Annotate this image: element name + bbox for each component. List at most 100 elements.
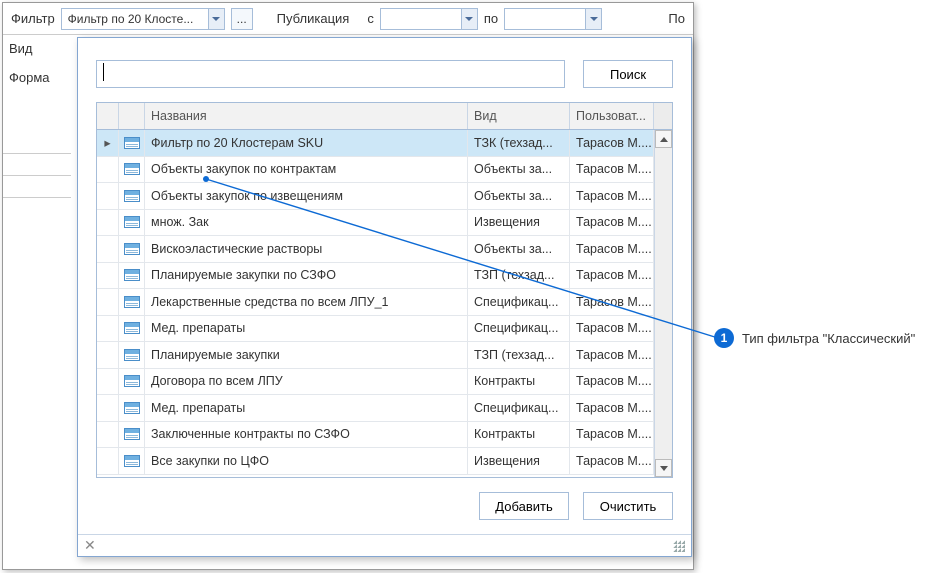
col-icon (119, 103, 145, 129)
publication-label: Публикация (277, 11, 350, 26)
row-vid: Спецификац... (468, 395, 570, 421)
callout-text: Тип фильтра "Классический" (742, 331, 915, 346)
table-row[interactable]: Мед. препаратыСпецификац...Тарасов М.... (97, 395, 672, 422)
table-row[interactable]: множ. ЗакИзвещенияТарасов М.... (97, 210, 672, 237)
chevron-down-icon[interactable] (461, 9, 477, 29)
row-name: Мед. препараты (145, 395, 468, 421)
filter-picker-popup: Поиск Названия Вид Пользоват... ▸Фильтр … (77, 37, 692, 557)
row-type-icon (119, 342, 145, 368)
chevron-down-icon[interactable] (208, 9, 224, 29)
col-name[interactable]: Названия (145, 103, 468, 129)
table-row[interactable]: ▸Фильтр по 20 Клостерам SKUТЗК (техзад..… (97, 130, 672, 157)
table-row[interactable]: Объекты закупок по извещениямОбъекты за.… (97, 183, 672, 210)
date-from-combo[interactable] (380, 8, 478, 30)
row-indicator (97, 316, 119, 342)
popup-actions: Добавить Очистить (78, 478, 691, 534)
table-row[interactable]: Вискоэластические растворыОбъекты за...Т… (97, 236, 672, 263)
row-indicator (97, 395, 119, 421)
row-indicator (97, 263, 119, 289)
chevron-down-icon[interactable] (585, 9, 601, 29)
filter-combo-text: Фильтр по 20 Клосте... (68, 12, 194, 26)
row-user: Тарасов М.... (570, 183, 654, 209)
row-name: Вискоэластические растворы (145, 236, 468, 262)
table-row[interactable]: Договора по всем ЛПУКонтрактыТарасов М..… (97, 369, 672, 396)
row-user: Тарасов М.... (570, 210, 654, 236)
po-right-label: По (668, 11, 685, 26)
row-vid: Спецификац... (468, 316, 570, 342)
row-user: Тарасов М.... (570, 448, 654, 474)
popup-search-row: Поиск (78, 38, 691, 102)
row-indicator (97, 236, 119, 262)
row-name: Заключенные контракты по СЗФО (145, 422, 468, 448)
row-vid: Объекты за... (468, 183, 570, 209)
search-input[interactable] (96, 60, 565, 88)
to-label: по (484, 11, 498, 26)
col-user[interactable]: Пользоват... (570, 103, 654, 129)
row-type-icon (119, 157, 145, 183)
scroll-down-button[interactable] (655, 459, 672, 477)
row-indicator (97, 448, 119, 474)
row-type-icon (119, 236, 145, 262)
table-row[interactable]: Заключенные контракты по СЗФОКонтрактыТа… (97, 422, 672, 449)
row-type-icon (119, 422, 145, 448)
table-row[interactable]: Мед. препаратыСпецификац...Тарасов М.... (97, 316, 672, 343)
row-type-icon (119, 289, 145, 315)
row-type-icon (119, 183, 145, 209)
popup-footer: ✕ (78, 534, 691, 556)
row-name: Все закупки по ЦФО (145, 448, 468, 474)
row-name: Планируемые закупки (145, 342, 468, 368)
table-row[interactable]: Все закупки по ЦФОИзвещенияТарасов М.... (97, 448, 672, 475)
table-row[interactable]: Лекарственные средства по всем ЛПУ_1Спец… (97, 289, 672, 316)
row-user: Тарасов М.... (570, 342, 654, 368)
row-indicator (97, 369, 119, 395)
row-vid: Извещения (468, 210, 570, 236)
row-type-icon (119, 210, 145, 236)
app-frame: Фильтр Фильтр по 20 Клосте... ... Публик… (2, 2, 694, 570)
row-user: Тарасов М.... (570, 157, 654, 183)
clear-button[interactable]: Очистить (583, 492, 673, 520)
row-user: Тарасов М.... (570, 130, 654, 156)
date-to-combo[interactable] (504, 8, 602, 30)
side-labels: Вид Форма (9, 41, 50, 85)
row-user: Тарасов М.... (570, 316, 654, 342)
forma-label: Форма (9, 70, 50, 85)
row-indicator: ▸ (97, 130, 119, 156)
search-button[interactable]: Поиск (583, 60, 673, 88)
from-label: с (367, 11, 374, 26)
col-selector (97, 103, 119, 129)
row-indicator (97, 342, 119, 368)
grid-body: ▸Фильтр по 20 Клостерам SKUТЗК (техзад..… (97, 130, 672, 477)
resize-grip-icon[interactable] (673, 540, 685, 552)
scroll-up-button[interactable] (655, 130, 672, 148)
row-user: Тарасов М.... (570, 236, 654, 262)
row-vid: Объекты за... (468, 157, 570, 183)
row-indicator (97, 183, 119, 209)
row-vid: ТЗП (техзад... (468, 263, 570, 289)
row-indicator (97, 422, 119, 448)
add-button[interactable]: Добавить (479, 492, 569, 520)
row-vid: ТЗК (техзад... (468, 130, 570, 156)
vid-label: Вид (9, 41, 50, 56)
callout-badge: 1 (714, 328, 734, 348)
row-vid: Спецификац... (468, 289, 570, 315)
close-icon[interactable]: ✕ (84, 537, 96, 554)
row-type-icon (119, 448, 145, 474)
row-vid: Объекты за... (468, 236, 570, 262)
row-vid: Контракты (468, 369, 570, 395)
row-vid: ТЗП (техзад... (468, 342, 570, 368)
filter-combo[interactable]: Фильтр по 20 Клосте... (61, 8, 225, 30)
table-row[interactable]: Объекты закупок по контрактамОбъекты за.… (97, 157, 672, 184)
col-vid[interactable]: Вид (468, 103, 570, 129)
row-indicator (97, 157, 119, 183)
vertical-scrollbar[interactable] (654, 130, 672, 477)
row-type-icon (119, 395, 145, 421)
col-scrollbar-space (654, 103, 672, 129)
row-name: Объекты закупок по контрактам (145, 157, 468, 183)
row-user: Тарасов М.... (570, 263, 654, 289)
row-type-icon (119, 369, 145, 395)
filter-ellipsis-button[interactable]: ... (231, 8, 253, 30)
table-row[interactable]: Планируемые закупки по СЗФОТЗП (техзад..… (97, 263, 672, 290)
table-row[interactable]: Планируемые закупкиТЗП (техзад...Тарасов… (97, 342, 672, 369)
row-indicator (97, 210, 119, 236)
row-name: Планируемые закупки по СЗФО (145, 263, 468, 289)
